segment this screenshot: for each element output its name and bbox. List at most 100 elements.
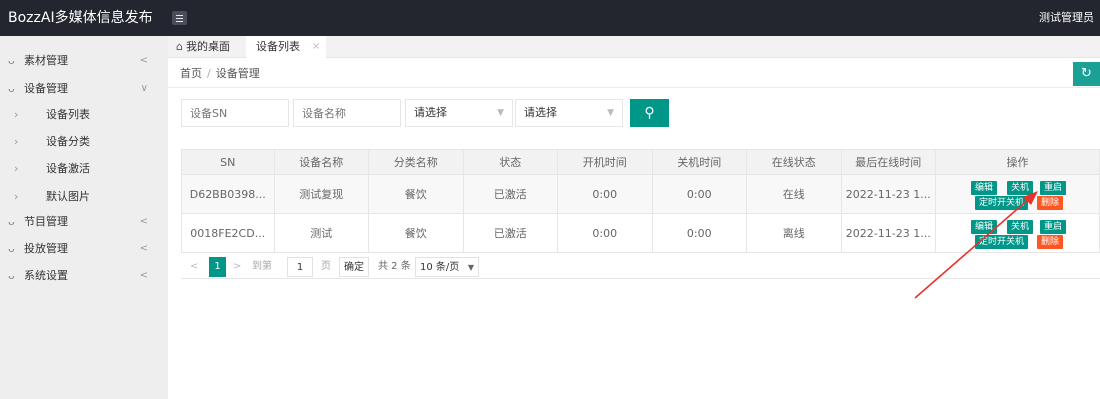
- column-header: 最后在线时间: [840, 149, 936, 175]
- sidebar-item-assets[interactable]: ᴗ 素材管理 <: [0, 46, 168, 75]
- sidebar-item-label: 素材管理: [24, 54, 68, 67]
- restart-button[interactable]: 重启: [1040, 219, 1067, 234]
- close-icon[interactable]: ×: [312, 36, 320, 58]
- sidebar: ᴗ 素材管理 < ᴗ 设备管理 ∨ › 设备列表 › 设备分类 › 设备激活 ›…: [0, 36, 168, 399]
- tab-device-list[interactable]: 设备列表 ×: [246, 36, 326, 58]
- delete-button[interactable]: 删除: [1037, 234, 1064, 249]
- user-icon: ᴗ: [8, 54, 15, 67]
- cell-on-time: 0:00: [557, 213, 653, 253]
- menu-toggle-icon[interactable]: [172, 11, 187, 25]
- shutdown-button[interactable]: 关机: [1007, 219, 1034, 234]
- category-select[interactable]: 请选择 ▼: [515, 99, 623, 127]
- confirm-page-button[interactable]: 确定: [339, 257, 369, 277]
- column-header: SN: [181, 149, 275, 175]
- sidebar-item-settings[interactable]: ᴗ 系统设置 <: [0, 261, 168, 290]
- restart-button[interactable]: 重启: [1040, 180, 1067, 195]
- tab-bar: ⌂ 我的桌面 设备列表 ×: [168, 36, 1100, 58]
- sidebar-item-devices[interactable]: ᴗ 设备管理 ∨: [0, 74, 168, 103]
- name-search-input[interactable]: [293, 99, 401, 127]
- cell-status: 已激活: [462, 174, 558, 214]
- select-value: 请选择: [414, 106, 447, 119]
- search-icon: ⚲: [644, 105, 655, 121]
- cell-on-time: 0:00: [557, 174, 653, 214]
- sidebar-item-label: 设备激活: [46, 162, 90, 175]
- edit-button[interactable]: 编辑: [971, 219, 998, 234]
- sidebar-item-label: 节目管理: [24, 215, 68, 228]
- caret-down-icon: ▼: [607, 108, 614, 118]
- page-unit-label: 页: [321, 261, 331, 272]
- cell-sn: 0018FE2CD...: [181, 213, 275, 253]
- cell-status: 已激活: [462, 213, 558, 253]
- cell-category: 餐饮: [368, 213, 464, 253]
- cell-online: 离线: [746, 213, 842, 253]
- goto-label: 到第: [252, 261, 272, 272]
- table-row[interactable]: 0018FE2CD... 测试 餐饮 已激活 0:00 0:00 离线 2022…: [181, 213, 1100, 253]
- user-icon: ᴗ: [8, 269, 15, 282]
- delete-button[interactable]: 删除: [1037, 195, 1064, 210]
- page-number-input[interactable]: 1: [287, 257, 313, 277]
- timer-power-button[interactable]: 定时开关机: [975, 195, 1029, 210]
- column-header: 操作: [935, 149, 1100, 175]
- cell-off-time: 0:00: [651, 174, 747, 214]
- column-header: 在线状态: [746, 149, 842, 175]
- current-page[interactable]: 1: [209, 257, 226, 277]
- cell-ops: 编辑 关机 重启 定时开关机 删除: [935, 213, 1100, 253]
- tab-label: 我的桌面: [185, 40, 230, 53]
- chevron-left-icon: <: [139, 55, 148, 66]
- divider: [168, 87, 1100, 88]
- breadcrumb-home[interactable]: 首页: [180, 67, 202, 80]
- refresh-icon: ↻: [1081, 66, 1092, 81]
- sn-search-input[interactable]: [181, 99, 289, 127]
- table-row[interactable]: D62BB0398... 测试复现 餐饮 已激活 0:00 0:00 在线 20…: [181, 174, 1100, 214]
- chevron-left-icon: <: [139, 243, 148, 254]
- chevron-left-icon: <: [139, 216, 148, 227]
- cell-online: 在线: [746, 174, 842, 214]
- tab-label: 设备列表: [256, 40, 300, 53]
- column-header: 关机时间: [651, 149, 747, 175]
- breadcrumb-separator: /: [207, 67, 211, 80]
- sidebar-item-label: 系统设置: [24, 269, 68, 282]
- search-button[interactable]: ⚲: [630, 99, 669, 127]
- refresh-button[interactable]: ↻: [1073, 62, 1100, 86]
- shutdown-button[interactable]: 关机: [1007, 180, 1034, 195]
- divider: [181, 278, 1100, 279]
- chevron-right-icon: ›: [14, 135, 19, 148]
- chevron-right-icon: ›: [14, 108, 19, 121]
- sidebar-item-device-category[interactable]: › 设备分类: [0, 127, 168, 156]
- breadcrumb: 首页 / 设备管理: [180, 66, 260, 82]
- status-select[interactable]: 请选择 ▼: [405, 99, 513, 127]
- cell-last-online: 2022-11-23 1...: [840, 174, 936, 214]
- page-size-select[interactable]: 10 条/页 ▼: [415, 257, 479, 277]
- edit-button[interactable]: 编辑: [971, 180, 998, 195]
- tab-home[interactable]: ⌂ 我的桌面: [176, 36, 230, 58]
- next-page-button[interactable]: >: [233, 257, 245, 277]
- sidebar-item-delivery[interactable]: ᴗ 投放管理 <: [0, 234, 168, 263]
- cell-ops: 编辑 关机 重启 定时开关机 删除: [935, 174, 1100, 214]
- cell-name: 测试复现: [273, 174, 369, 214]
- user-icon: ᴗ: [8, 82, 15, 95]
- cell-off-time: 0:00: [651, 213, 747, 253]
- table-header-row: SN 设备名称 分类名称 状态 开机时间 关机时间 在线状态 最后在线时间 操作: [181, 149, 1100, 175]
- total-count: 共 2 条: [378, 261, 411, 272]
- sidebar-item-device-activate[interactable]: › 设备激活: [0, 154, 168, 183]
- cell-last-online: 2022-11-23 1...: [840, 213, 936, 253]
- device-table: SN 设备名称 分类名称 状态 开机时间 关机时间 在线状态 最后在线时间 操作…: [181, 149, 1100, 253]
- sidebar-item-label: 设备分类: [46, 135, 90, 148]
- app-title: BozzAI多媒体信息发布: [8, 10, 153, 26]
- cell-sn: D62BB0398...: [181, 174, 275, 214]
- sidebar-item-label: 设备管理: [24, 82, 68, 95]
- chevron-left-icon: <: [139, 270, 148, 281]
- page-size-value: 10 条/页: [420, 262, 460, 273]
- user-menu[interactable]: 测试管理员: [1039, 0, 1094, 36]
- column-header: 状态: [462, 149, 558, 175]
- prev-page-button[interactable]: <: [190, 257, 202, 277]
- chevron-right-icon: ›: [14, 162, 19, 175]
- timer-power-button[interactable]: 定时开关机: [975, 234, 1029, 249]
- top-header: BozzAI多媒体信息发布 测试管理员: [0, 0, 1100, 36]
- sidebar-item-programs[interactable]: ᴗ 节目管理 <: [0, 207, 168, 236]
- select-value: 请选择: [524, 106, 557, 119]
- cell-name: 测试: [273, 213, 369, 253]
- sidebar-item-device-list[interactable]: › 设备列表: [0, 100, 168, 129]
- caret-down-icon: ▼: [467, 263, 474, 272]
- user-icon: ᴗ: [8, 242, 15, 255]
